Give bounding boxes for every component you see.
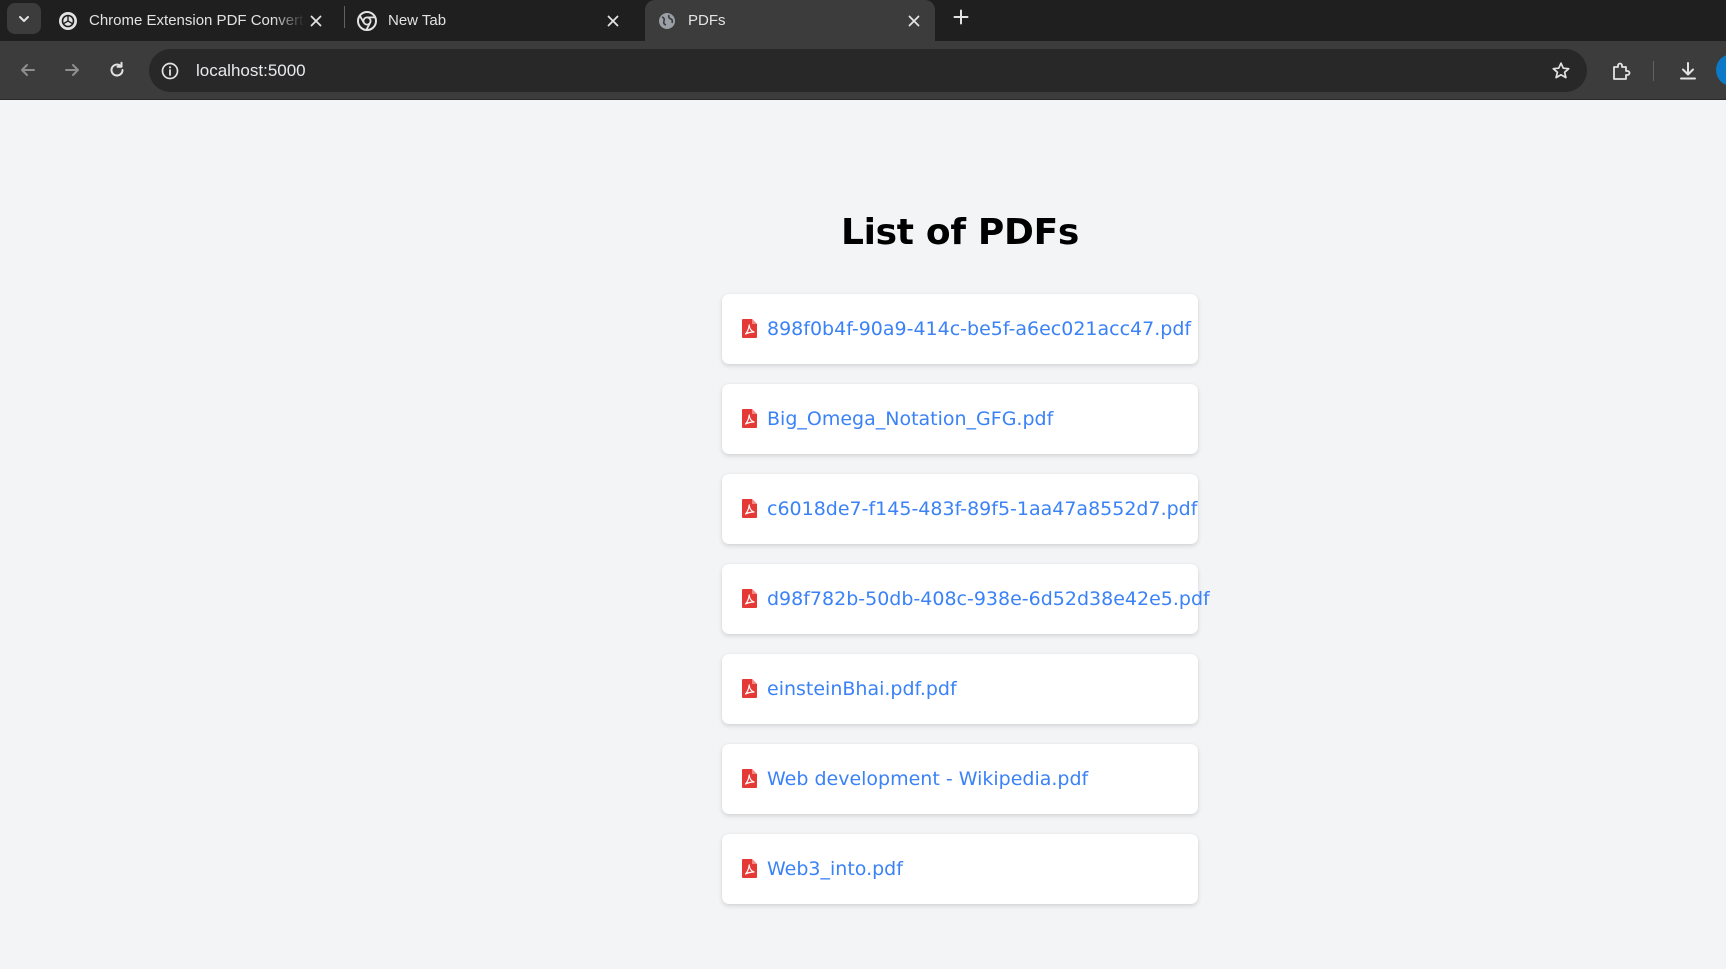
toolbar-divider	[1653, 61, 1654, 81]
tab-new-tab[interactable]: New Tab	[357, 0, 634, 41]
arrow-right-icon	[65, 64, 79, 76]
browser-toolbar: localhost:5000	[0, 41, 1726, 100]
globe-icon	[657, 11, 677, 31]
forward-button[interactable]	[55, 53, 89, 87]
reload-icon	[110, 61, 124, 77]
page-title: List of PDFs	[840, 212, 1080, 253]
close-tab-icon[interactable]	[903, 10, 925, 32]
openai-icon	[58, 11, 78, 31]
site-info-icon[interactable]	[158, 59, 182, 83]
arrow-left-icon	[21, 64, 35, 76]
tab-chrome-extension-pdf-converter[interactable]: Chrome Extension PDF Converter	[58, 0, 337, 41]
reload-button[interactable]	[100, 53, 134, 87]
close-tab-icon[interactable]	[602, 10, 624, 32]
pdf-list-item: Big_Omega_Notation_GFG.pdf	[722, 384, 1198, 454]
pdf-list-item: einsteinBhai.pdf.pdf	[722, 654, 1198, 724]
tab-title: Chrome Extension PDF Converter	[89, 12, 305, 29]
file-pdf-icon	[742, 498, 757, 518]
pdf-list-item: d98f782b-50db-408c-938e-6d52d38e42e5.pdf	[722, 564, 1210, 634]
tab-search-button[interactable]	[7, 3, 41, 34]
pdf-list-item: Web3_into.pdf	[722, 834, 1198, 904]
tab-title: New Tab	[388, 12, 447, 29]
pdf-link[interactable]: c6018de7-f145-483f-89f5-1aa47a8552d7.pdf	[767, 498, 1197, 520]
file-pdf-icon	[742, 408, 757, 428]
tab-title: PDFs	[688, 12, 726, 29]
address-bar[interactable]: localhost:5000	[149, 49, 1587, 92]
tab-divider	[344, 6, 345, 28]
plus-icon	[953, 9, 969, 25]
pdf-link[interactable]: Big_Omega_Notation_GFG.pdf	[767, 408, 1053, 430]
file-pdf-icon	[742, 858, 757, 878]
file-pdf-icon	[742, 678, 757, 698]
file-pdf-icon	[742, 768, 757, 788]
page-body: List of PDFs 898f0b4f-90a9-414c-be5f-a6e…	[0, 100, 1726, 969]
download-icon[interactable]	[1675, 58, 1701, 84]
file-pdf-icon	[742, 588, 757, 608]
pdf-list: 898f0b4f-90a9-414c-be5f-a6ec021acc47.pdf…	[722, 294, 1210, 924]
url-text[interactable]: localhost:5000	[196, 61, 306, 81]
tab-pdfs[interactable]: PDFs	[645, 0, 935, 41]
new-tab-button[interactable]	[948, 4, 974, 30]
extensions-puzzle-icon[interactable]	[1608, 58, 1634, 84]
profile-avatar[interactable]	[1716, 54, 1726, 86]
pdf-list-item: c6018de7-f145-483f-89f5-1aa47a8552d7.pdf	[722, 474, 1198, 544]
pdf-link[interactable]: d98f782b-50db-408c-938e-6d52d38e42e5.pdf	[767, 588, 1210, 610]
pdf-list-item: 898f0b4f-90a9-414c-be5f-a6ec021acc47.pdf	[722, 294, 1198, 364]
chevron-down-icon	[19, 15, 29, 22]
tab-strip: Chrome Extension PDF Converter New Tab P…	[0, 0, 1726, 41]
chrome-icon	[357, 10, 377, 31]
pdf-link[interactable]: 898f0b4f-90a9-414c-be5f-a6ec021acc47.pdf	[767, 318, 1191, 340]
pdf-list-item: Web development - Wikipedia.pdf	[722, 744, 1198, 814]
close-tab-icon[interactable]	[305, 10, 327, 32]
pdf-link[interactable]: Web development - Wikipedia.pdf	[767, 768, 1088, 790]
pdf-link[interactable]: einsteinBhai.pdf.pdf	[767, 678, 957, 700]
bookmark-star-icon[interactable]	[1549, 59, 1573, 83]
file-pdf-icon	[742, 318, 757, 338]
pdf-link[interactable]: Web3_into.pdf	[767, 858, 903, 880]
back-button[interactable]	[11, 53, 45, 87]
